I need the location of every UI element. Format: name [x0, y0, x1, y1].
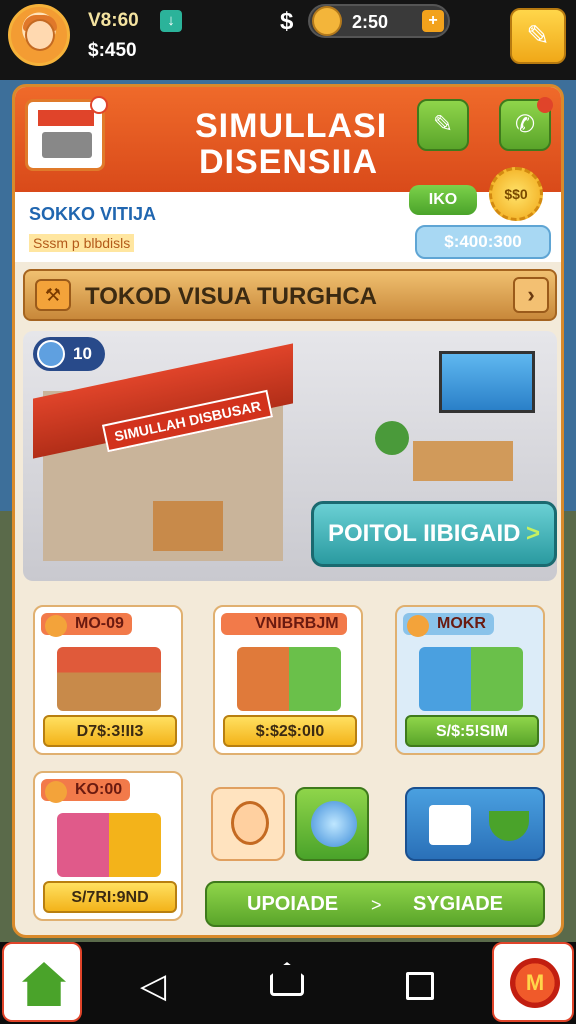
coin-counter: 2:50 +	[308, 4, 450, 38]
status-pill: IKO	[409, 185, 477, 215]
salad-icon	[489, 811, 529, 841]
product-card-3[interactable]: MOKR S/$:5!SIM	[395, 605, 545, 755]
card-label: KO:00	[41, 779, 131, 803]
chevron-right-icon[interactable]: ›	[513, 277, 549, 313]
office-desk	[413, 441, 513, 481]
upgrade-bar[interactable]: UPOIADE > SYGIADE	[205, 881, 545, 927]
gear-icon: M	[510, 958, 560, 1008]
gold-badge[interactable]: $$0	[489, 167, 543, 221]
house-icon	[22, 962, 66, 1006]
card-price[interactable]: S/$:5!SIM	[405, 715, 539, 747]
card-price[interactable]: S/7RI:9ND	[43, 881, 177, 913]
notification-dot	[537, 97, 553, 113]
upgrade-right-label[interactable]: SYGIADE	[413, 893, 503, 916]
office-area[interactable]	[393, 351, 543, 501]
phone-icon: ✆	[514, 111, 536, 138]
shop-value: $:400:300	[415, 225, 551, 259]
monitor-screen	[439, 351, 535, 413]
shop-scene: 10 SIMULLAH DISBUSAR POITOL IIBIGAID >	[23, 331, 557, 581]
upgrade-left-label[interactable]: UPOIADE	[247, 893, 338, 916]
chat-button[interactable]	[295, 787, 369, 861]
thumb-desk	[42, 132, 92, 158]
coin-icon	[312, 6, 342, 36]
level-value: 10	[73, 344, 92, 363]
boxes-icon	[419, 647, 523, 711]
cash-readout: $:450	[88, 40, 137, 61]
quick-action-button[interactable]: ✎	[510, 8, 566, 64]
gift-boxes-icon	[57, 813, 161, 877]
coin-value: 2:50	[352, 12, 389, 32]
arrow-right-icon: >	[525, 520, 540, 547]
avatar-icon	[231, 801, 269, 845]
game-home-button[interactable]	[2, 942, 82, 1022]
card-label: VNIBRBJM	[221, 613, 347, 635]
card-label: MO-09	[41, 613, 132, 637]
time-readout: V8:60	[88, 10, 139, 31]
tools-icon	[45, 615, 67, 637]
home-outline-icon[interactable]	[270, 962, 304, 996]
recent-apps-icon[interactable]	[406, 972, 434, 1000]
store-counter	[153, 501, 223, 551]
shop-name: SOKKO VITIJA	[29, 204, 157, 224]
edit-button[interactable]: ✎	[417, 99, 469, 151]
goods-stack-icon	[237, 647, 341, 711]
thumb-roof	[38, 110, 94, 126]
supplies-icon	[429, 805, 471, 845]
badge-icon	[407, 615, 429, 637]
chat-bubble-icon	[311, 801, 357, 847]
phone-button[interactable]: ✆	[499, 97, 553, 151]
bottom-navigation-bar: ◁ M	[0, 942, 576, 1024]
hammer-icon: ⚒	[35, 279, 71, 311]
product-card-2[interactable]: VNIBRBJM $:$2$:0I0	[213, 605, 363, 755]
download-icon[interactable]: ↓	[160, 10, 182, 32]
shop-note: Sssm p blbdisls	[29, 234, 135, 252]
card-price[interactable]: $:$2$:0I0	[223, 715, 357, 747]
shop-thumbnail[interactable]	[25, 96, 108, 171]
portfolio-label: POITOL IIBIGAID	[328, 520, 521, 547]
panel-header: SIMULLASI DISENSIIA ✎ ✆	[15, 87, 561, 192]
product-card-1[interactable]: MO-09 D7$:3!II3	[33, 605, 183, 755]
avatar-face	[25, 19, 55, 51]
menu-button[interactable]: M	[492, 942, 574, 1022]
upgrade-separator: >	[371, 895, 382, 915]
level-badge: 10	[33, 337, 105, 371]
portfolio-button[interactable]: POITOL IIBIGAID >	[311, 501, 557, 567]
timer-icon	[45, 781, 67, 803]
staff-avatar-button[interactable]	[211, 787, 285, 861]
main-panel: SIMULLASI DISENSIIA ✎ ✆ SOKKO VITIJA Sss…	[12, 84, 564, 938]
supplies-button[interactable]	[405, 787, 545, 861]
shop-banner[interactable]: ⚒ TOKOD VISUA TURGHCA ›	[23, 269, 557, 321]
page-title-line2: DISENSIIA	[199, 143, 379, 181]
pencil-icon: ✎	[526, 20, 550, 51]
produce-box-icon	[57, 647, 161, 711]
back-triangle-icon[interactable]: ◁	[140, 966, 166, 1006]
page-title-line1: SIMULLASI	[195, 107, 388, 145]
store-building[interactable]: SIMULLAH DISBUSAR	[33, 343, 293, 561]
card-price[interactable]: D7$:3!II3	[43, 715, 177, 747]
thumb-badge	[90, 96, 108, 114]
product-card-4[interactable]: KO:00 S/7RI:9ND	[33, 771, 183, 921]
dollar-icon: $	[280, 8, 294, 35]
banner-label: TOKOD VISUA TURGHCA	[85, 283, 378, 310]
level-icon	[37, 340, 65, 368]
player-avatar[interactable]	[8, 4, 70, 66]
top-resource-bar: V8:60 ↓ $:450 $ 2:50 + ✎	[0, 0, 576, 80]
pencil-icon: ✎	[432, 111, 454, 138]
card-label: MOKR	[403, 613, 494, 637]
add-coins-button[interactable]: +	[422, 10, 444, 32]
